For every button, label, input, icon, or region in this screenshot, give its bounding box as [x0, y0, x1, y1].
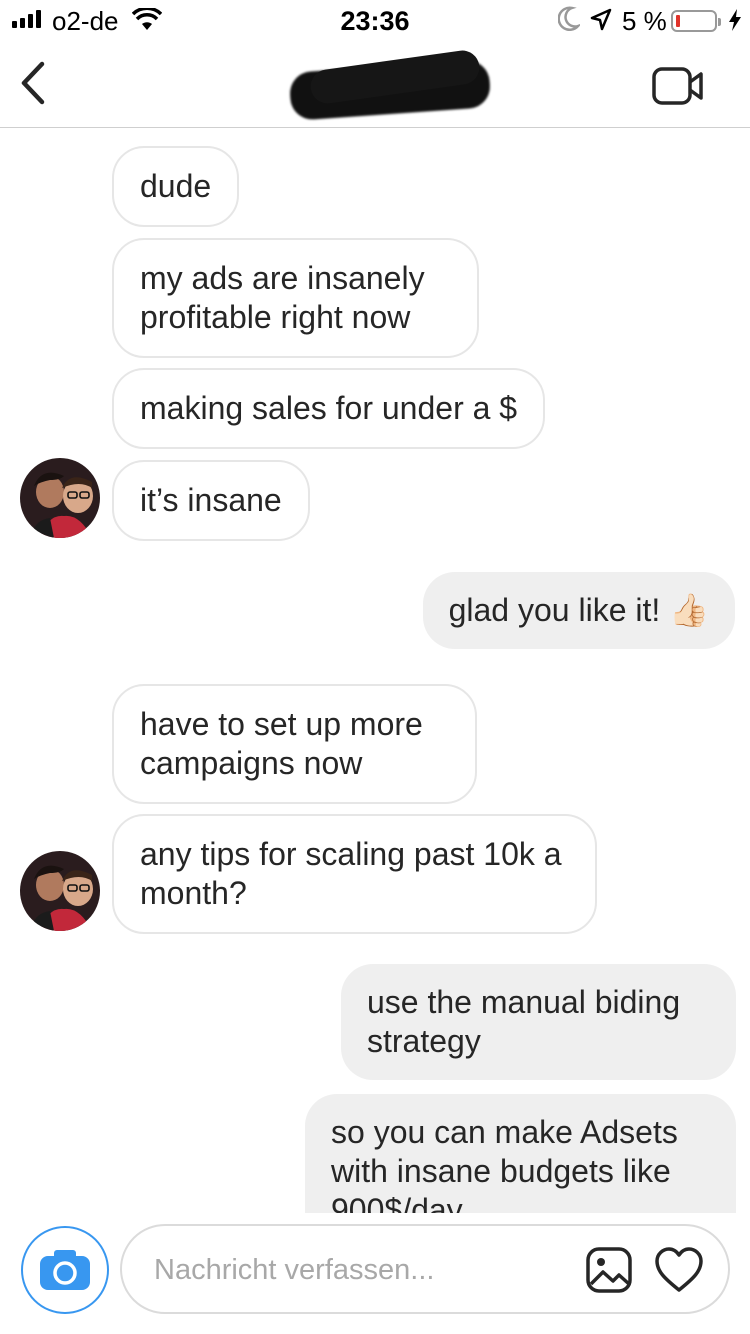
camera-icon: [40, 1250, 90, 1290]
avatar-photo: [20, 458, 100, 538]
message-bubble-incoming[interactable]: making sales for under a $: [112, 368, 546, 449]
message-bubble-incoming[interactable]: my ads are insanely profitable right now: [112, 238, 479, 358]
battery-icon: [671, 10, 721, 32]
message-bubble-incoming[interactable]: have to set up more campaigns now: [112, 684, 477, 804]
message-text: any tips for scaling past 10k a month?: [140, 836, 562, 911]
chat-header: abrjthsb: [0, 40, 750, 128]
battery-percent: 5 %: [622, 6, 667, 36]
charging-bolt-icon: [729, 9, 741, 31]
message-text: making sales for under a $: [140, 390, 518, 426]
heart-button[interactable]: [654, 1246, 704, 1294]
message-bubble-outgoing[interactable]: so you can make Adsets with insane budge…: [305, 1094, 736, 1213]
camera-button[interactable]: [21, 1226, 109, 1314]
message-bubble-incoming[interactable]: dude: [112, 146, 240, 227]
message-bubble-outgoing[interactable]: use the manual biding strategy: [341, 964, 736, 1080]
message-bubble-incoming[interactable]: any tips for scaling past 10k a month?: [112, 814, 597, 934]
avatar-photo: [20, 851, 100, 931]
avatar[interactable]: [20, 458, 100, 538]
avatar[interactable]: [20, 851, 100, 931]
message-text: use the manual biding strategy: [367, 984, 681, 1059]
status-bar: o2-de 23:36 5 %: [0, 0, 750, 40]
message-thread[interactable]: dude my ads are insanely profitable righ…: [0, 129, 750, 1213]
location-arrow-icon: [590, 8, 612, 31]
message-text: have to set up more campaigns now: [140, 706, 423, 781]
message-input-container[interactable]: [120, 1224, 730, 1314]
message-bubble-outgoing[interactable]: glad you like it! 👍🏻: [422, 572, 735, 649]
message-text: so you can make Adsets with insane budge…: [331, 1114, 678, 1213]
message-input[interactable]: [154, 1248, 574, 1292]
message-text: glad you like it! 👍🏻: [448, 592, 709, 628]
video-call-button[interactable]: [650, 64, 706, 108]
message-bubble-incoming[interactable]: it’s insane: [112, 460, 310, 541]
message-text: dude: [140, 168, 212, 204]
back-button[interactable]: [14, 58, 54, 108]
message-text: it’s insane: [140, 482, 282, 518]
conversation-title[interactable]: abrjthsb: [288, 48, 500, 130]
message-composer: [0, 1213, 750, 1334]
message-text: my ads are insanely profitable right now: [140, 260, 425, 335]
gallery-button[interactable]: [585, 1246, 633, 1294]
moon-icon: [558, 6, 580, 31]
